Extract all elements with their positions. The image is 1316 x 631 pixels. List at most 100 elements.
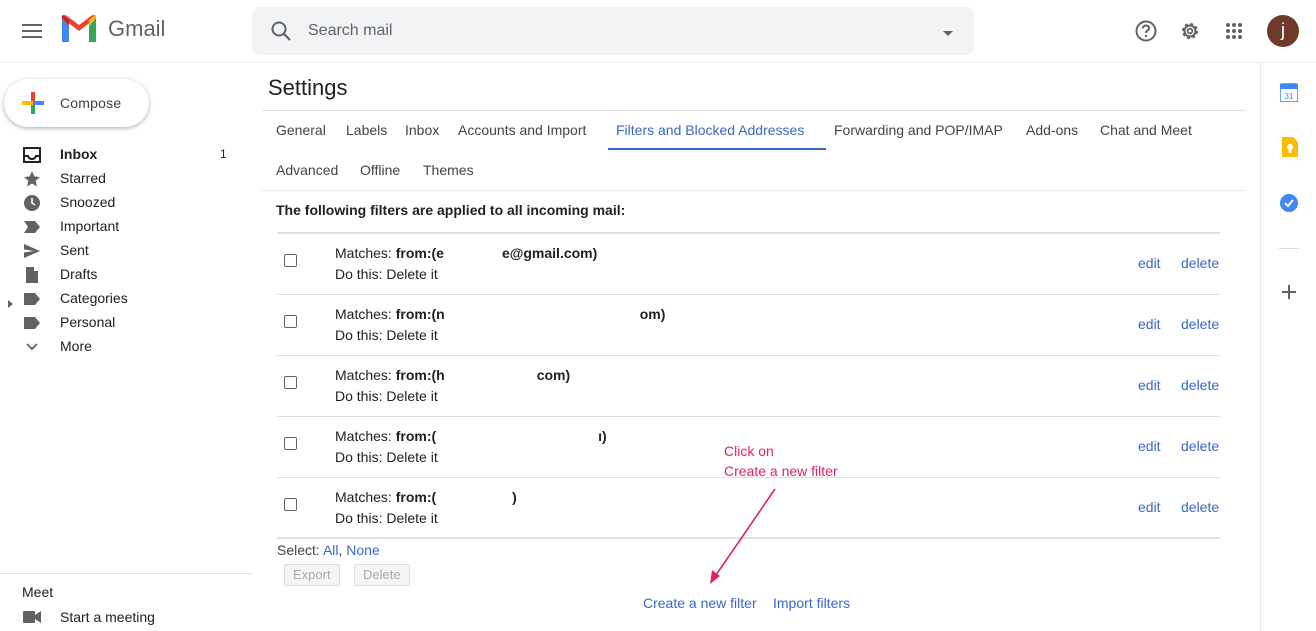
annotation-line-1: Click on — [724, 443, 774, 459]
sidebar-item-snoozed[interactable]: Snoozed — [0, 190, 250, 214]
select-label: Select: — [277, 542, 320, 558]
filter-edit-link[interactable]: edit — [1138, 316, 1161, 332]
filter-delete-link[interactable]: delete — [1181, 377, 1219, 393]
filter-checkbox[interactable] — [284, 376, 297, 389]
matches-label: Matches: — [335, 489, 396, 505]
from-value: ( — [431, 428, 437, 444]
sidebar-item-label: Personal — [60, 314, 116, 330]
annotation-line-2: Create a new filter — [724, 463, 838, 479]
matches-label: Matches: — [335, 367, 396, 383]
import-filters-link[interactable]: Import filters — [773, 595, 850, 611]
tab-general[interactable]: General — [276, 122, 326, 138]
tab-inbox[interactable]: Inbox — [405, 122, 439, 138]
tab-chat-meet[interactable]: Chat and Meet — [1100, 122, 1192, 138]
filter-row: Matches: from:(n om) Do this: Delete it e… — [277, 295, 1220, 356]
filter-action: Do this: Delete it — [335, 327, 438, 343]
filter-criteria: Matches: from:(e e@gmail.com) — [335, 245, 597, 261]
start-meeting-item[interactable]: Start a meeting — [0, 606, 250, 628]
main-menu-button[interactable] — [14, 13, 50, 49]
sidebar-item-important[interactable]: Important — [0, 214, 250, 238]
filter-checkbox[interactable] — [284, 437, 297, 450]
filter-row: Matches: from:(h com) Do this: Delete it … — [277, 356, 1220, 417]
filter-checkbox[interactable] — [284, 498, 297, 511]
tabs-top-divider — [262, 110, 1245, 111]
filter-checkbox[interactable] — [284, 315, 297, 328]
search-bar[interactable] — [252, 7, 974, 55]
search-options-icon[interactable] — [942, 25, 954, 43]
search-input[interactable] — [308, 19, 908, 43]
sidebar-item-label: More — [60, 338, 92, 354]
caret-right-icon[interactable] — [8, 295, 13, 311]
sidebar-item-label: Sent — [60, 242, 89, 258]
tab-themes[interactable]: Themes — [423, 162, 474, 178]
tab-add-ons[interactable]: Add-ons — [1026, 122, 1078, 138]
export-button[interactable]: Export — [284, 564, 340, 586]
sidebar-item-more[interactable]: More — [0, 334, 250, 360]
tab-filters-blocked[interactable]: Filters and Blocked Addresses — [616, 122, 804, 138]
sidebar-item-sent[interactable]: Sent — [0, 238, 250, 262]
filter-delete-link[interactable]: delete — [1181, 255, 1219, 271]
filter-checkbox[interactable] — [284, 254, 297, 267]
apps-grid-icon[interactable] — [1219, 16, 1249, 46]
from-value: (n — [431, 306, 445, 322]
delete-selected-button[interactable]: Delete — [354, 564, 410, 586]
sidebar-item-drafts[interactable]: Drafts — [0, 262, 250, 286]
tab-advanced[interactable]: Advanced — [276, 162, 338, 178]
filter-edit-link[interactable]: edit — [1138, 499, 1161, 515]
filter-edit-link[interactable]: edit — [1138, 377, 1161, 393]
tabs-bottom-divider — [262, 190, 1245, 191]
top-bar: Gmail j — [0, 0, 1316, 63]
from-value-tail: e@gmail.com) — [501, 245, 598, 261]
select-all-link[interactable]: All — [323, 542, 339, 558]
account-avatar[interactable]: j — [1267, 15, 1299, 47]
add-addon-icon[interactable] — [1276, 279, 1302, 305]
label-icon — [23, 290, 41, 308]
meet-divider — [0, 573, 252, 574]
compose-button[interactable]: Compose — [4, 79, 149, 127]
side-panel-separator — [1279, 248, 1299, 249]
from-value: (e — [431, 245, 444, 261]
from-value-tail: ı) — [598, 428, 607, 444]
settings-gear-icon[interactable] — [1175, 16, 1205, 46]
create-new-filter-link[interactable]: Create a new filter — [643, 595, 757, 611]
filter-delete-link[interactable]: delete — [1181, 438, 1219, 454]
tab-accounts-import[interactable]: Accounts and Import — [458, 122, 586, 138]
sidebar-item-label: Starred — [60, 170, 106, 186]
keep-icon[interactable] — [1276, 134, 1302, 160]
filter-edit-link[interactable]: edit — [1138, 438, 1161, 454]
filter-action: Do this: Delete it — [335, 510, 438, 526]
compose-label: Compose — [60, 95, 122, 111]
gmail-logo[interactable]: Gmail — [60, 14, 165, 44]
sidebar-item-label: Snoozed — [60, 194, 116, 210]
from-value-tail: com) — [536, 367, 571, 383]
label-icon — [23, 314, 41, 332]
tasks-icon[interactable] — [1276, 190, 1302, 216]
calendar-icon[interactable]: 31 — [1276, 79, 1302, 105]
page-title: Settings — [268, 75, 348, 100]
search-icon[interactable] — [270, 20, 292, 47]
hamburger-menu-icon — [22, 24, 42, 38]
sidebar-item-inbox[interactable]: Inbox 1 — [0, 142, 250, 166]
from-label: from: — [395, 428, 432, 444]
matches-label: Matches: — [335, 306, 396, 322]
important-icon — [23, 218, 41, 236]
sidebar-item-categories[interactable]: Categories — [0, 286, 250, 310]
sidebar-item-starred[interactable]: Starred — [0, 166, 250, 190]
annotation-arrow-icon — [710, 488, 776, 584]
tab-offline[interactable]: Offline — [360, 162, 400, 178]
tab-labels[interactable]: Labels — [346, 122, 387, 138]
sidebar-item-personal[interactable]: Personal — [0, 310, 250, 334]
from-label: from: — [395, 306, 432, 322]
matches-label: Matches: — [335, 245, 396, 261]
help-icon[interactable] — [1131, 16, 1161, 46]
sidebar-item-label: Inbox — [60, 146, 98, 162]
filter-delete-link[interactable]: delete — [1181, 316, 1219, 332]
filter-edit-link[interactable]: edit — [1138, 255, 1161, 271]
filter-delete-link[interactable]: delete — [1181, 499, 1219, 515]
filters-heading: The following filters are applied to all… — [276, 202, 626, 218]
select-none-link[interactable]: None — [346, 542, 379, 558]
star-icon — [23, 170, 41, 188]
filter-criteria: Matches: from:() — [335, 489, 517, 505]
tab-forwarding-pop-imap[interactable]: Forwarding and POP/IMAP — [834, 122, 1003, 138]
from-label: from: — [395, 245, 432, 261]
